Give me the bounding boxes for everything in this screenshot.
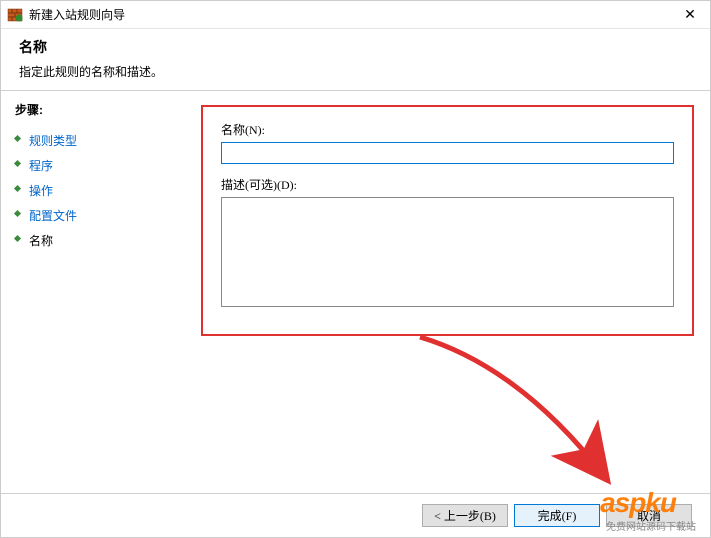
finish-button[interactable]: 完成(F): [514, 504, 600, 527]
window-title: 新建入站规则向导: [29, 6, 125, 23]
highlight-box: 名称(N): 描述(可选)(D):: [201, 105, 694, 336]
step-name: 名称: [15, 228, 177, 253]
wizard-footer: < 上一步(B) 完成(F) 取消: [1, 493, 710, 537]
name-input[interactable]: [221, 142, 674, 164]
cancel-button[interactable]: 取消: [606, 504, 692, 527]
titlebar: 新建入站规则向导 ✕: [1, 1, 710, 29]
back-button[interactable]: < 上一步(B): [422, 504, 508, 527]
close-button[interactable]: ✕: [676, 5, 704, 25]
main-panel: 名称(N): 描述(可选)(D):: [191, 91, 710, 508]
description-input[interactable]: [221, 197, 674, 307]
step-rule-type[interactable]: 规则类型: [15, 128, 177, 153]
page-subtitle: 指定此规则的名称和描述。: [19, 63, 692, 80]
name-label: 名称(N):: [221, 121, 674, 138]
firewall-icon: [7, 7, 23, 23]
wizard-header: 名称 指定此规则的名称和描述。: [1, 29, 710, 90]
description-label: 描述(可选)(D):: [221, 176, 674, 193]
steps-heading: 步骤:: [15, 101, 177, 118]
step-profile[interactable]: 配置文件: [15, 203, 177, 228]
step-action[interactable]: 操作: [15, 178, 177, 203]
page-title: 名称: [19, 37, 692, 57]
steps-sidebar: 步骤: 规则类型 程序 操作 配置文件 名称: [1, 91, 191, 508]
step-program[interactable]: 程序: [15, 153, 177, 178]
